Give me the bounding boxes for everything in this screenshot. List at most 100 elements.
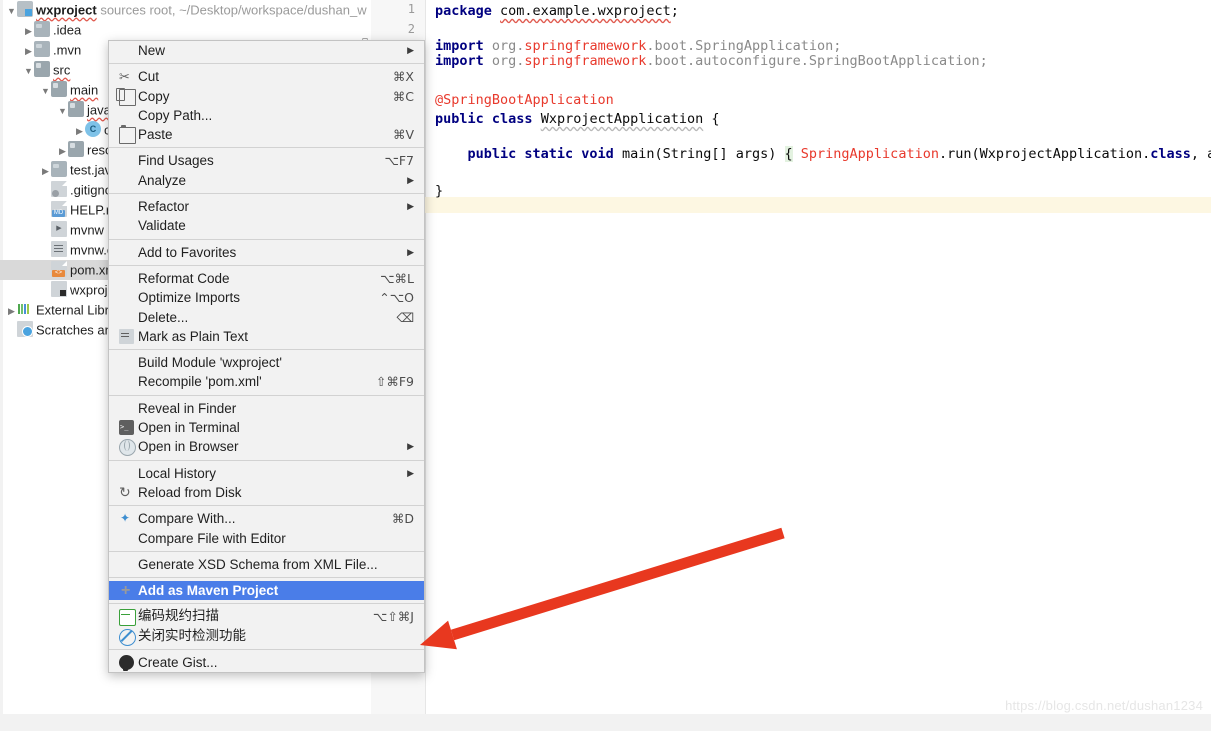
menu-item-label: Open in Terminal	[138, 420, 240, 436]
menu-item-create-gist[interactable]: Create Gist...	[109, 653, 424, 672]
menu-item-reload-from-disk[interactable]: Reload from Disk	[109, 483, 424, 502]
source-folder-icon	[68, 101, 84, 117]
menu-item-label: Analyze	[138, 172, 187, 188]
menu-item-generate-xsd-schema-from-xml-file[interactable]: Generate XSD Schema from XML File...	[109, 555, 424, 574]
menu-item-label: Reformat Code	[138, 270, 230, 286]
menu-item-build-module-wxproject[interactable]: Build Module 'wxproject'	[109, 353, 424, 372]
tree-expand-arrow-open[interactable]: ▼	[57, 101, 68, 121]
menu-item-mark-as-plain-text[interactable]: Mark as Plain Text	[109, 327, 424, 346]
menu-item-label: Compare File with Editor	[138, 530, 286, 546]
menu-separator	[109, 459, 424, 461]
menu-item-analyze[interactable]: Analyze ▶	[109, 171, 424, 190]
menu-item-reveal-in-finder[interactable]: Reveal in Finder	[109, 399, 424, 418]
menu-item-compare-with[interactable]: Compare With... ⌘D	[109, 509, 424, 528]
tree-expand-arrow-closed[interactable]: ▶	[74, 121, 85, 141]
tree-row-label: src	[53, 62, 71, 78]
browser-icon	[119, 439, 136, 457]
code-line: public static void main(String[] args) {…	[435, 145, 1211, 165]
tree-row-label: .mvn	[53, 42, 82, 58]
menu-item-shortcut: ⌘D	[391, 511, 414, 527]
file-context-menu[interactable]: New ▶ Cut ⌘X Copy ⌘C Copy Path... Paste ⌘V Find U…	[108, 40, 425, 674]
menu-item-label: Build Module 'wxproject'	[138, 355, 282, 371]
shell-script-icon	[51, 221, 67, 237]
menu-item-copy[interactable]: Copy ⌘C	[109, 87, 424, 106]
tree-expand-arrow-closed[interactable]: ▶	[40, 161, 51, 181]
tree-row-note: sources root, ~/Desktop/workspace/dushan…	[100, 2, 367, 18]
cut-icon	[119, 69, 134, 84]
menu-item-add-to-favorites[interactable]: Add to Favorites ▶	[109, 243, 424, 262]
menu-item-local-history[interactable]: Local History ▶	[109, 464, 424, 483]
menu-item-validate[interactable]: Validate	[109, 216, 424, 235]
watermark-text: https://blog.csdn.net/dushan1234	[1005, 698, 1203, 713]
menu-item-label: Local History	[138, 465, 217, 481]
file-type-badge: MD	[52, 210, 65, 217]
tree-row--idea[interactable]: ▶ .idea	[0, 20, 371, 40]
code-token: SpringApplication	[800, 146, 939, 162]
code-token: springframework	[524, 53, 647, 69]
menu-item-[interactable]: 编码规约扫描 ⌥⇧⌘J	[109, 607, 424, 627]
tree-row-label: .idea	[53, 22, 82, 38]
code-token: class	[1150, 146, 1191, 162]
menu-separator	[109, 550, 424, 552]
menu-item-shortcut: ⌘X	[392, 69, 414, 85]
tree-expand-arrow-open[interactable]: ▼	[40, 81, 51, 101]
submenu-arrow-icon: ▶	[407, 246, 414, 257]
menu-item-find-usages[interactable]: Find Usages ⌥F7	[109, 151, 424, 170]
menu-item-label: Copy Path...	[138, 107, 213, 123]
folder-icon	[34, 41, 50, 57]
menu-item-shortcut: ⌥F7	[384, 153, 414, 169]
menu-item-label: Create Gist...	[138, 655, 218, 671]
file-type-badge	[52, 190, 59, 197]
menu-item-refactor[interactable]: Refactor ▶	[109, 197, 424, 216]
code-token: public class	[435, 111, 533, 127]
menu-item-label: Mark as Plain Text	[138, 328, 249, 344]
menu-item-compare-file-with-editor[interactable]: Compare File with Editor	[109, 529, 424, 548]
menu-separator	[109, 349, 424, 351]
tree-expand-arrow-closed[interactable]: ▶	[23, 21, 34, 41]
menu-item-recompile-pom-xml[interactable]: Recompile 'pom.xml' ⇧⌘F9	[109, 372, 424, 391]
code-token: {	[703, 111, 720, 127]
tree-expand-arrow-open[interactable]: ▼	[23, 61, 34, 81]
menu-item-label: Reload from Disk	[138, 484, 242, 500]
tree-expand-arrow-open[interactable]: ▼	[6, 1, 17, 21]
menu-item-label: 关闭实时检测功能	[138, 627, 246, 644]
code-token: public static void	[435, 146, 614, 162]
code-token: .boot.autoconfigure.SpringBootApplicatio…	[646, 53, 988, 69]
line-number: 1	[407, 2, 415, 16]
submenu-arrow-icon: ▶	[407, 45, 414, 55]
menu-separator	[109, 649, 424, 651]
tree-expand-arrow-closed[interactable]: ▶	[23, 41, 34, 61]
file-type-badge: <>	[52, 270, 65, 277]
menu-item-[interactable]: 关闭实时检测功能	[109, 627, 424, 646]
menu-item-reformat-code[interactable]: Reformat Code ⌥⌘L	[109, 269, 424, 288]
menu-item-shortcut: ⇧⌘F9	[375, 374, 414, 390]
tree-expand-arrow-closed[interactable]: ▶	[57, 141, 68, 161]
menu-item-delete[interactable]: Delete... ⌫	[109, 308, 424, 327]
menu-item-optimize-imports[interactable]: Optimize Imports ⌃⌥O	[109, 288, 424, 307]
submenu-arrow-icon: ▶	[407, 441, 414, 452]
menu-item-add-as-maven-project[interactable]: Add as Maven Project	[109, 581, 424, 601]
external-libraries-icon	[17, 301, 33, 317]
code-token: {	[784, 146, 793, 162]
editor-code-area[interactable]: package com.example.wxproject; import org…	[435, 0, 1211, 731]
menu-item-label: Cut	[138, 69, 160, 85]
code-token: org.	[483, 53, 525, 69]
menu-item-open-in-browser[interactable]: Open in Browser ▶	[109, 437, 424, 457]
tree-expand-arrow-closed[interactable]: ▶	[6, 301, 17, 321]
menu-separator	[109, 505, 424, 507]
menu-item-label: Recompile 'pom.xml'	[138, 374, 262, 390]
menu-item-cut[interactable]: Cut ⌘X	[109, 67, 424, 86]
package-icon	[85, 121, 101, 137]
menu-item-label: Reveal in Finder	[138, 400, 237, 416]
menu-item-paste[interactable]: Paste ⌘V	[109, 125, 424, 145]
code-editor[interactable]: 123⊟⊟⊞ package com.example.wxproject;imp…	[362, 0, 1211, 731]
menu-item-copy-path[interactable]: Copy Path...	[109, 106, 424, 125]
gitignore-file-icon	[51, 181, 67, 197]
source-folder-icon	[51, 81, 67, 97]
menu-item-label: Add as Maven Project	[138, 583, 279, 599]
menu-item-open-in-terminal[interactable]: Open in Terminal	[109, 418, 424, 437]
tree-row-wxproject[interactable]: ▼ wxproject sources root, ~/Desktop/works…	[0, 0, 371, 20]
menu-item-new[interactable]: New ▶	[109, 41, 424, 60]
